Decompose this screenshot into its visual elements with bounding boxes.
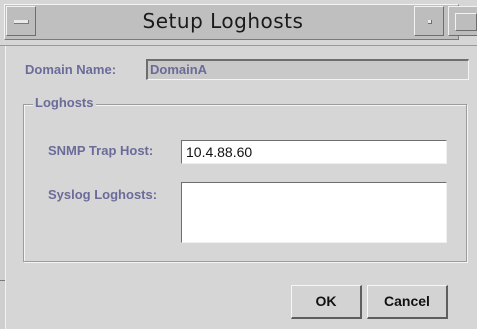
minimize-button[interactable] <box>414 6 444 36</box>
syslog-loghosts-label: Syslog Loghosts: <box>48 187 158 202</box>
frame-resize-notch <box>0 280 5 281</box>
dialog-content: Domain Name: DomainA Loghosts SNMP Trap … <box>7 47 477 329</box>
loghosts-group-title: Loghosts <box>33 95 96 110</box>
domain-name-field: DomainA <box>146 59 469 80</box>
setup-loghosts-dialog: Setup Loghosts Domain Name: DomainA Logh… <box>0 0 477 329</box>
window-menu-button[interactable] <box>6 6 36 36</box>
ok-button[interactable]: OK <box>291 285 362 319</box>
maximize-icon <box>455 13 477 31</box>
minimize-icon <box>428 20 432 24</box>
window-frame-left[interactable] <box>0 46 6 329</box>
snmp-trap-host-label: SNMP Trap Host: <box>48 143 154 158</box>
cancel-button[interactable]: Cancel <box>367 285 448 319</box>
syslog-loghosts-input[interactable] <box>181 182 447 243</box>
window-menu-icon <box>14 20 29 24</box>
domain-name-label: Domain Name: <box>25 62 117 77</box>
window-title: Setup Loghosts <box>142 9 304 33</box>
title-bar[interactable]: Setup Loghosts <box>0 0 477 46</box>
snmp-trap-host-input[interactable] <box>181 140 447 164</box>
maximize-button[interactable] <box>448 6 477 36</box>
